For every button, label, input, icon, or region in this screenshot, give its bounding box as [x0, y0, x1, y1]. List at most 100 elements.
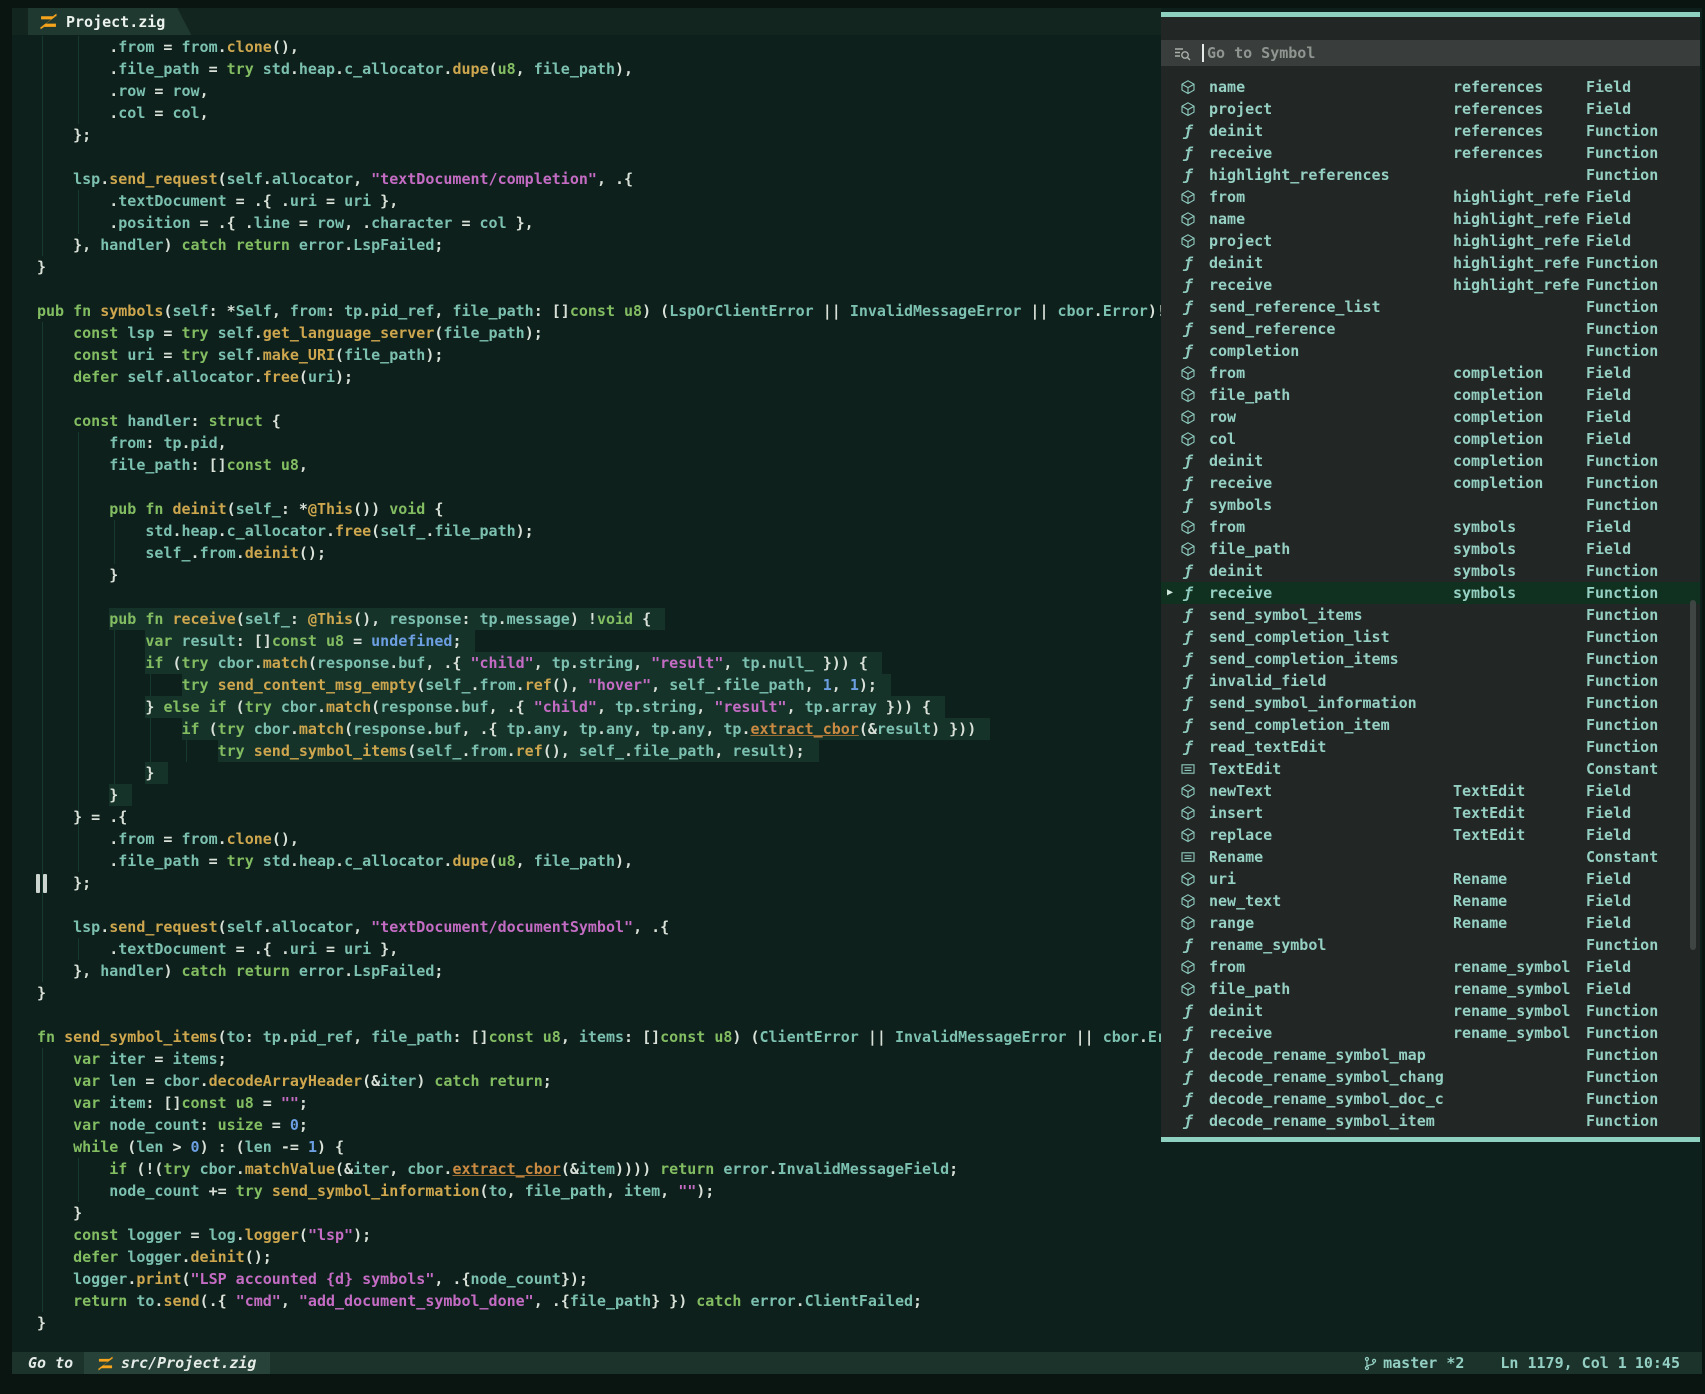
symbol-row[interactable]: fromcompletionField [1161, 362, 1700, 384]
symbol-row[interactable]: insertTextEditField [1161, 802, 1700, 824]
code-line[interactable]: }, handler) catch return error.LspFailed… [37, 960, 443, 982]
code-line[interactable]: try send_content_msg_empty(self_.from.re… [37, 674, 891, 696]
symbol-row[interactable]: ƒdeinitreferencesFunction [1161, 120, 1700, 142]
code-line[interactable]: if (try cbor.match(response.buf, .{ "chi… [37, 652, 882, 674]
code-line[interactable]: const uri = try self.make_URI(file_path)… [37, 344, 443, 366]
code-line[interactable]: node_count += try send_symbol_informatio… [37, 1180, 714, 1202]
symbol-row[interactable]: ƒhighlight_referencesFunction [1161, 164, 1700, 186]
symbol-row[interactable]: ƒdeinitcompletionFunction [1161, 450, 1700, 472]
symbol-row[interactable]: namehighlight_refeField [1161, 208, 1700, 230]
code-line[interactable]: }, handler) catch return error.LspFailed… [37, 234, 443, 256]
symbol-row[interactable]: ƒsend_completion_itemsFunction [1161, 648, 1700, 670]
symbol-row[interactable]: projectreferencesField [1161, 98, 1700, 120]
symbol-row[interactable]: fromsymbolsField [1161, 516, 1700, 538]
symbol-row[interactable]: ƒsend_symbol_itemsFunction [1161, 604, 1700, 626]
symbol-row[interactable]: replaceTextEditField [1161, 824, 1700, 846]
symbol-search[interactable] [1161, 40, 1700, 66]
code-line[interactable]: if (!(try cbor.matchValue(&iter, cbor.ex… [37, 1158, 958, 1180]
symbol-row[interactable]: ƒreceiverename_symbolFunction [1161, 1022, 1700, 1044]
code-line[interactable]: } [37, 762, 168, 784]
code-line[interactable]: return to.send(.{ "cmd", "add_document_s… [37, 1290, 922, 1312]
symbol-row[interactable]: ƒdecode_rename_symbol_mapFunction [1161, 1044, 1700, 1066]
symbol-row[interactable]: ƒreceivehighlight_refeFunction [1161, 274, 1700, 296]
code-line[interactable]: fn send_symbol_items(to: tp.pid_ref, fil… [37, 1026, 1166, 1048]
symbol-row[interactable]: ▶ƒreceivesymbolsFunction [1161, 582, 1700, 604]
code-line[interactable]: .textDocument = .{ .uri = uri }, [37, 190, 398, 212]
code-line[interactable]: var len = cbor.decodeArrayHeader(&iter) … [37, 1070, 552, 1092]
symbol-row[interactable]: new_textRenameField [1161, 890, 1700, 912]
symbol-row[interactable]: fromhighlight_refeField [1161, 186, 1700, 208]
code-line[interactable]: .file_path = try std.heap.c_allocator.du… [37, 58, 633, 80]
symbol-row[interactable]: ƒdeinitrename_symbolFunction [1161, 1000, 1700, 1022]
code-line[interactable]: try send_symbol_items(self_.from.ref(), … [37, 740, 819, 762]
symbol-row[interactable]: TextEditConstant [1161, 758, 1700, 780]
symbol-row[interactable]: ƒdecode_rename_symbol_changFunction [1161, 1066, 1700, 1088]
code-line[interactable]: defer self.allocator.free(uri); [37, 366, 353, 388]
code-line[interactable]: file_path: []const u8, [37, 454, 308, 476]
code-line[interactable]: } [37, 1202, 82, 1224]
git-branch[interactable]: master *2 [1363, 1352, 1464, 1374]
symbol-row[interactable]: ƒsend_completion_listFunction [1161, 626, 1700, 648]
symbol-row[interactable]: colcompletionField [1161, 428, 1700, 450]
code-line[interactable]: } [37, 256, 46, 278]
symbol-search-input[interactable] [1207, 40, 1667, 66]
symbol-row[interactable]: namereferencesField [1161, 76, 1700, 98]
symbol-row[interactable]: ƒsend_symbol_informationFunction [1161, 692, 1700, 714]
symbol-row[interactable]: ƒsend_reference_listFunction [1161, 296, 1700, 318]
code-line[interactable]: } [37, 1312, 46, 1334]
code-line[interactable]: }; [37, 124, 91, 146]
code-line[interactable]: std.heap.c_allocator.free(self_.file_pat… [37, 520, 534, 542]
symbol-row[interactable]: newTextTextEditField [1161, 780, 1700, 802]
code-line[interactable]: } else if (try cbor.match(response.buf, … [37, 696, 945, 718]
symbol-row[interactable]: ƒdecode_rename_symbol_doc_cFunction [1161, 1088, 1700, 1110]
code-line[interactable]: .from = from.clone(), [37, 36, 299, 58]
code-line[interactable]: defer logger.deinit(); [37, 1246, 272, 1268]
symbol-row[interactable]: ƒsymbolsFunction [1161, 494, 1700, 516]
code-line[interactable]: self_.from.deinit(); [37, 542, 326, 564]
symbol-row[interactable]: ƒread_textEditFunction [1161, 736, 1700, 758]
symbol-row[interactable]: ƒinvalid_fieldFunction [1161, 670, 1700, 692]
code-line[interactable]: } [37, 564, 118, 586]
symbol-row[interactable]: ƒreceivereferencesFunction [1161, 142, 1700, 164]
code-line[interactable]: var iter = items; [37, 1048, 227, 1070]
code-line[interactable]: .from = from.clone(), [37, 828, 299, 850]
code-line[interactable]: lsp.send_request(self.allocator, "textDo… [37, 168, 633, 190]
symbol-row[interactable]: file_pathsymbolsField [1161, 538, 1700, 560]
code-line[interactable]: const lsp = try self.get_language_server… [37, 322, 543, 344]
code-line[interactable]: .file_path = try std.heap.c_allocator.du… [37, 850, 633, 872]
code-line[interactable]: pub fn receive(self_: @This(), response:… [37, 608, 665, 630]
symbol-row[interactable]: ƒsend_referenceFunction [1161, 318, 1700, 340]
code-line[interactable]: } [37, 982, 46, 1004]
file-info[interactable]: src/Project.zig [84, 1352, 270, 1374]
code-line[interactable]: .col = col, [37, 102, 209, 124]
symbol-row[interactable]: projecthighlight_refeField [1161, 230, 1700, 252]
code-line[interactable]: const logger = log.logger("lsp"); [37, 1224, 371, 1246]
symbol-row[interactable]: rowcompletionField [1161, 406, 1700, 428]
symbol-row[interactable]: ƒdeinithighlight_refeFunction [1161, 252, 1700, 274]
symbol-row[interactable]: ƒrename_symbolFunction [1161, 934, 1700, 956]
symbol-row[interactable]: ƒcompletionFunction [1161, 340, 1700, 362]
symbol-row[interactable]: ƒdecode_rename_symbol_itemFunction [1161, 1110, 1700, 1132]
code-line[interactable]: var item: []const u8 = ""; [37, 1092, 308, 1114]
panel-scrollbar[interactable] [1690, 600, 1696, 950]
code-line[interactable]: } [37, 784, 132, 806]
symbol-row[interactable]: ƒreceivecompletionFunction [1161, 472, 1700, 494]
symbol-row[interactable]: ƒdeinitsymbolsFunction [1161, 560, 1700, 582]
symbol-row[interactable]: file_pathrename_symbolField [1161, 978, 1700, 1000]
code-line[interactable]: const handler: struct { [37, 410, 281, 432]
code-line[interactable]: pub fn symbols(self: *Self, from: tp.pid… [37, 300, 1166, 322]
cursor-position[interactable]: Ln 1179, Col 1 [1500, 1352, 1626, 1374]
symbol-row[interactable]: fromrename_symbolField [1161, 956, 1700, 978]
code-line[interactable]: } = .{ [37, 806, 127, 828]
code-line[interactable]: var result: []const u8 = undefined; [37, 630, 475, 652]
symbol-row[interactable]: rangeRenameField [1161, 912, 1700, 934]
code-line[interactable]: .position = .{ .line = row, .character =… [37, 212, 534, 234]
code-line[interactable]: .textDocument = .{ .uri = uri }, [37, 938, 398, 960]
code-line[interactable]: logger.print("LSP accounted {d} symbols"… [37, 1268, 588, 1290]
code-line[interactable]: from: tp.pid, [37, 432, 227, 454]
symbol-row[interactable]: RenameConstant [1161, 846, 1700, 868]
symbol-row[interactable]: file_pathcompletionField [1161, 384, 1700, 406]
symbol-row[interactable]: ƒsend_completion_itemFunction [1161, 714, 1700, 736]
code-line[interactable]: .row = row, [37, 80, 209, 102]
symbol-row[interactable]: uriRenameField [1161, 868, 1700, 890]
